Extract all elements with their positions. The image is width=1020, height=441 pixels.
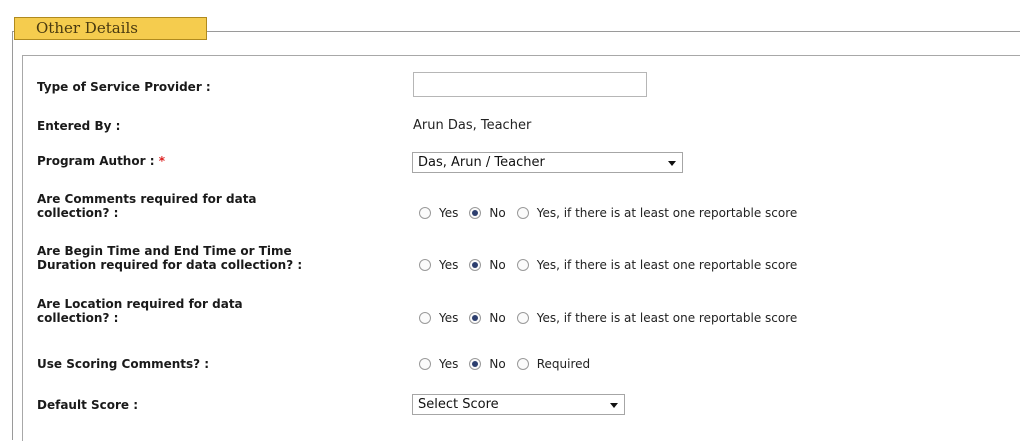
radio-yes[interactable] [419,358,431,370]
radio-yes[interactable] [419,207,431,219]
radio-no-label: No [489,258,506,272]
comments-required-radio-group: Yes No Yes, if there is at least one rep… [419,205,808,221]
radio-no[interactable] [469,358,482,370]
dropdown-arrow-icon [668,161,676,166]
radio-yes-label: Yes [439,258,459,272]
section-legend: Other Details [14,17,207,40]
time-required-label: Are Begin Time and End Time or Time Dura… [37,244,302,272]
default-score-label: Default Score : [37,398,139,412]
radio-yes[interactable] [419,259,431,271]
radio-no-label: No [489,311,506,325]
entered-by-label: Entered By : [37,119,121,133]
dropdown-arrow-icon [610,403,618,408]
label-line: Are Begin Time and End Time or Time [37,244,292,258]
label-line: Are Comments required for data [37,192,257,206]
radio-yes-reportable-label: Yes, if there is at least one reportable… [536,311,798,325]
default-score-selected: Select Score [418,397,499,412]
radio-yes-reportable-label: Yes, if there is at least one reportable… [536,258,798,272]
radio-yes-reportable[interactable] [516,312,529,324]
radio-no-label: No [489,357,506,371]
program-author-selected: Das, Arun / Teacher [418,155,545,170]
radio-yes-label: Yes [439,357,459,371]
service-provider-label: Type of Service Provider : [37,80,211,94]
radio-yes-reportable[interactable] [516,259,529,271]
required-asterisk: * [158,154,165,168]
label-line: collection? : [37,206,119,220]
radio-no-label: No [489,206,506,220]
radio-yes-reportable-label: Yes, if there is at least one reportable… [536,206,798,220]
radio-yes[interactable] [419,312,431,324]
service-provider-input[interactable] [413,72,647,97]
default-score-select[interactable]: Select Score [412,394,625,415]
program-author-select[interactable]: Das, Arun / Teacher [412,152,683,173]
scoring-comments-label: Use Scoring Comments? : [37,357,210,371]
radio-yes-label: Yes [439,311,459,325]
radio-no[interactable] [469,312,482,324]
radio-no[interactable] [469,259,482,271]
comments-required-label: Are Comments required for data collectio… [37,192,257,220]
time-required-radio-group: Yes No Yes, if there is at least one rep… [419,257,808,273]
scoring-comments-radio-group: Yes No Required [419,356,601,372]
location-required-label: Are Location required for data collectio… [37,297,243,325]
entered-by-value: Arun Das, Teacher [413,118,532,133]
radio-yes-reportable[interactable] [516,207,529,219]
program-author-label-text: Program Author : [37,154,155,168]
program-author-label: Program Author : * [37,154,165,168]
location-required-radio-group: Yes No Yes, if there is at least one rep… [419,310,808,326]
radio-no[interactable] [469,207,482,219]
label-line: collection? : [37,311,119,325]
radio-yes-label: Yes [439,206,459,220]
label-line: Duration required for data collection? : [37,258,303,272]
fieldset-border-left [12,31,13,440]
radio-required[interactable] [516,358,529,370]
label-line: Are Location required for data [37,297,243,311]
radio-required-label: Required [536,357,591,371]
